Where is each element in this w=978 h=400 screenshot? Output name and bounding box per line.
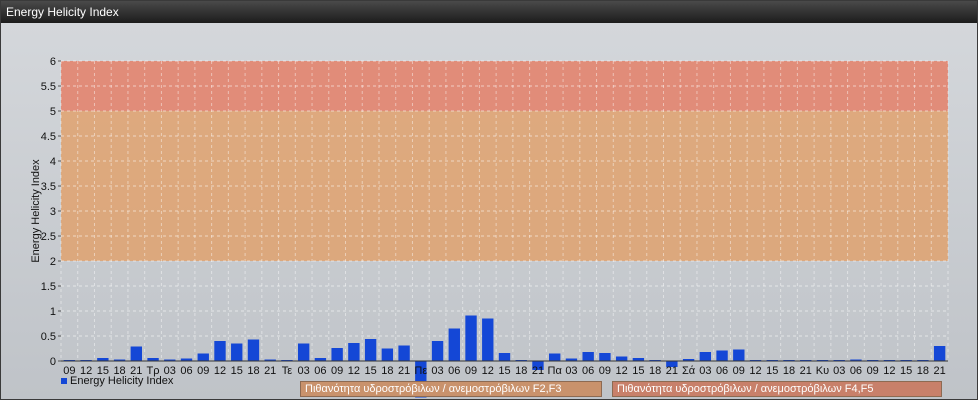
legend-swatch — [61, 378, 67, 385]
x-tick-label: 12 — [749, 365, 761, 377]
x-tick-label: 12 — [616, 365, 628, 377]
y-tick-label: 3.5 — [41, 181, 56, 193]
bar — [197, 353, 209, 361]
x-tick-label: Τε — [282, 365, 293, 377]
x-tick-label: 21 — [532, 365, 544, 377]
y-tick-label: 6 — [50, 56, 56, 68]
x-tick-label: 09 — [331, 365, 343, 377]
x-tick-label: Σά — [682, 365, 696, 377]
x-tick-label: 21 — [934, 365, 946, 377]
x-tick-label: 06 — [850, 365, 862, 377]
legend-series-name: Energy Helicity Index — [70, 375, 174, 387]
x-tick-label: 15 — [632, 365, 644, 377]
y-tick-label: 3 — [50, 206, 56, 218]
bar — [498, 353, 511, 361]
x-axis-ticks: 09 12 15 18 21 Τρ 03 06 09 12 15 18 21 Τε 03 06 09 12 15 18… — [63, 365, 946, 377]
x-tick-label: 12 — [214, 365, 226, 377]
bar — [699, 352, 712, 361]
band-legend-f4-f5[interactable]: Πιθανότητα υδροστρόβιλων / ανεμοστρόβιλω… — [612, 381, 942, 397]
bar — [431, 341, 444, 361]
x-tick-label: 09 — [599, 365, 611, 377]
band-legend-label: Πιθανότητα υδροστρόβιλων / ανεμοστρόβιλω… — [305, 383, 562, 395]
y-tick-label: 4.5 — [41, 131, 56, 143]
x-tick-label: 15 — [231, 365, 243, 377]
x-tick-label: Πα — [548, 365, 563, 377]
bar — [214, 341, 226, 361]
x-tick-label: 03 — [699, 365, 711, 377]
x-tick-label: 06 — [314, 365, 326, 377]
x-tick-label: 18 — [917, 365, 929, 377]
bar — [364, 339, 377, 361]
x-tick-label: 21 — [666, 365, 678, 377]
x-tick-label: 06 — [448, 365, 460, 377]
x-tick-label: 21 — [398, 365, 410, 377]
y-tick-label: 0 — [50, 356, 56, 368]
y-tick-label: 2 — [50, 256, 56, 268]
band-legend-label: Πιθανότητα υδροστρόβιλων / ανεμοστρόβιλω… — [617, 383, 874, 395]
x-tick-label: Κυ — [816, 365, 829, 377]
x-tick-label: 15 — [364, 365, 376, 377]
y-axis-ticks: 0 0.5 1 1.5 2 2.5 3 3.5 4 4.5 5 5.5 6 — [41, 56, 61, 368]
x-tick-label: 12 — [348, 365, 360, 377]
y-tick-label: 4 — [50, 156, 56, 168]
x-tick-label: 09 — [197, 365, 209, 377]
x-tick-label: 06 — [180, 365, 192, 377]
bar — [465, 315, 477, 361]
x-tick-label: 09 — [733, 365, 745, 377]
y-axis-label: Energy Helicity Index — [30, 159, 42, 263]
y-tick-label: 0.5 — [41, 331, 56, 343]
x-tick-label: 21 — [800, 365, 812, 377]
x-tick-label: 15 — [900, 365, 912, 377]
bar — [482, 318, 494, 361]
bar — [448, 328, 460, 361]
x-tick-label: Πε — [414, 365, 427, 377]
bar — [733, 349, 745, 361]
x-tick-label: 06 — [582, 365, 594, 377]
y-tick-label: 2.5 — [41, 231, 56, 243]
x-tick-label: 06 — [716, 365, 728, 377]
y-tick-label: 5 — [50, 106, 56, 118]
bar — [716, 350, 728, 361]
y-tick-label: 5.5 — [41, 81, 56, 93]
bar — [297, 343, 310, 361]
ehi-chart: 00.511.522.533.544.555.56 09 12 15 18 21 Τρ 03… — [30, 56, 949, 398]
bar — [247, 339, 260, 361]
x-tick-label: 12 — [482, 365, 494, 377]
x-tick-label: 18 — [649, 365, 661, 377]
x-tick-label: 18 — [515, 365, 527, 377]
x-tick-label: 03 — [833, 365, 845, 377]
x-tick-label: 03 — [565, 365, 577, 377]
bar — [933, 346, 946, 361]
bar — [398, 345, 410, 361]
chart-window: Energy Helicity Index 0 0.5 1 1.5 2 2.5 3 3.5 4 4… — [0, 0, 978, 400]
bar — [231, 343, 243, 361]
band-legend-f2-f3[interactable]: Πιθανότητα υδροστρόβιλων / ανεμοστρόβιλω… — [300, 381, 602, 397]
series-legend[interactable]: Energy Helicity Index — [61, 375, 173, 387]
bar — [381, 348, 394, 361]
x-tick-label: 09 — [867, 365, 879, 377]
bar — [582, 352, 594, 361]
x-tick-label: 15 — [766, 365, 778, 377]
x-tick-label: 18 — [247, 365, 259, 377]
bar — [348, 343, 360, 361]
x-tick-label: 12 — [883, 365, 895, 377]
y-tick-label: 1.5 — [41, 281, 56, 293]
x-tick-label: 03 — [298, 365, 310, 377]
x-tick-label: 18 — [783, 365, 795, 377]
bar — [599, 353, 611, 361]
bar — [331, 348, 343, 361]
bar — [615, 356, 628, 361]
x-tick-label: 18 — [381, 365, 393, 377]
x-tick-label: 15 — [498, 365, 510, 377]
x-tick-label: 09 — [465, 365, 477, 377]
x-tick-label: 03 — [431, 365, 443, 377]
bar — [130, 346, 143, 361]
y-tick-label: 1 — [50, 306, 56, 318]
x-tick-label: 21 — [264, 365, 276, 377]
bar — [549, 353, 561, 361]
